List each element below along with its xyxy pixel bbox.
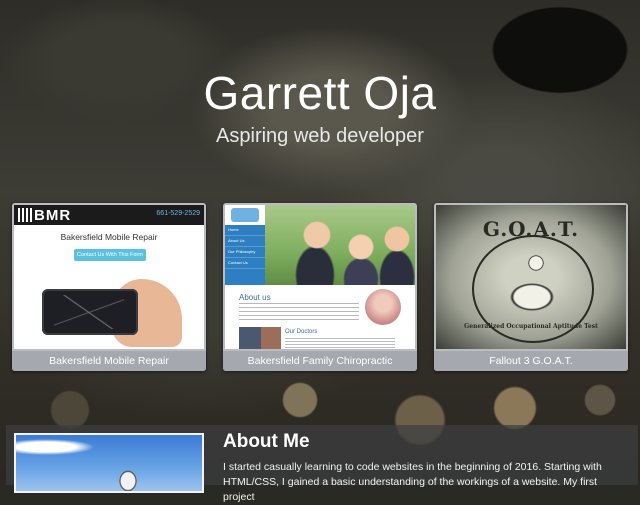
project-cards: BMR 661-529-2529 Bakersfield Mobile Repa… bbox=[12, 203, 628, 371]
project-caption[interactable]: Fallout 3 G.O.A.T. bbox=[434, 351, 628, 371]
preview-title: G.O.A.T. bbox=[482, 217, 580, 241]
project-card-bakersfield-mobile-repair[interactable]: BMR 661-529-2529 Bakersfield Mobile Repa… bbox=[12, 203, 206, 371]
site-title: Garrett Oja bbox=[203, 67, 437, 119]
project-card-fallout-goat[interactable]: G.O.A.T. Generalized Occupational Aptitu… bbox=[434, 203, 628, 371]
preview-nav-item: Home bbox=[225, 225, 265, 236]
doctor-photo bbox=[261, 327, 281, 349]
crack-lines bbox=[54, 295, 124, 329]
vault-boy-goat-icon bbox=[506, 255, 556, 315]
project-caption[interactable]: Bakersfield Family Chiropractic bbox=[223, 351, 417, 371]
barcode-icon bbox=[18, 208, 32, 222]
doctor-photo bbox=[239, 327, 261, 349]
preview-nav-item: Our Philosophy bbox=[225, 247, 265, 258]
about-section: About Me I started casually learning to … bbox=[6, 425, 638, 503]
preview-text-lines bbox=[285, 338, 395, 348]
preview-text-lines bbox=[239, 303, 359, 323]
preview-nav: Home About Us Our Philosophy Contact Us bbox=[225, 225, 265, 285]
preview-nav-item: Contact Us bbox=[225, 258, 265, 269]
preview-phone: 661-529-2529 bbox=[156, 210, 200, 217]
family-photo bbox=[265, 205, 415, 285]
preview-title: Bakersfield Mobile Repair bbox=[60, 232, 158, 242]
preview-logo-icon bbox=[231, 208, 259, 222]
preview-header bbox=[225, 205, 265, 225]
project-caption[interactable]: Bakersfield Mobile Repair bbox=[12, 351, 206, 371]
preview-doctors-heading: Our Doctors bbox=[285, 329, 318, 335]
preview-about-heading: About us bbox=[239, 293, 271, 302]
about-heading: About Me bbox=[223, 431, 310, 452]
project-thumbnail[interactable]: BMR 661-529-2529 Bakersfield Mobile Repa… bbox=[14, 205, 204, 349]
preview-subtitle: Generalized Occupational Aptitude Test bbox=[464, 323, 598, 330]
preview-contact-button: Contact Us With This Form bbox=[74, 249, 146, 261]
site-tagline: Aspiring web developer bbox=[216, 125, 424, 147]
project-thumbnail[interactable]: G.O.A.T. Generalized Occupational Aptitu… bbox=[436, 205, 626, 349]
preview-nav-item: About Us bbox=[225, 236, 265, 247]
about-photo bbox=[14, 433, 204, 493]
preview-circle-photo bbox=[365, 289, 401, 325]
about-text: I started casually learning to code webs… bbox=[223, 461, 602, 503]
preview-logo: BMR bbox=[34, 207, 72, 224]
preview-header: BMR 661-529-2529 bbox=[14, 205, 204, 225]
project-thumbnail[interactable]: Home About Us Our Philosophy Contact Us … bbox=[225, 205, 415, 349]
project-card-bakersfield-family-chiropractic[interactable]: Home About Us Our Philosophy Contact Us … bbox=[223, 203, 417, 371]
